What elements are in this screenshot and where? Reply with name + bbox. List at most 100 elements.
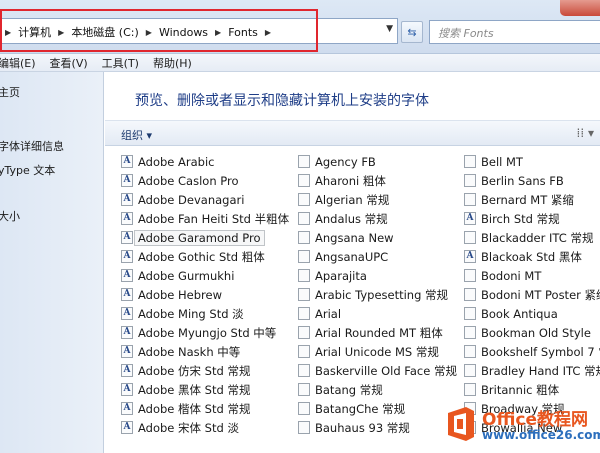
font-name: Algerian 常规 [315, 192, 390, 207]
font-item[interactable]: A Adobe Devanagari [121, 190, 289, 209]
font-item[interactable]: Bell MT [464, 152, 600, 171]
font-name: AngsanaUPC [315, 249, 389, 264]
refresh-button[interactable]: ⇆ [401, 21, 423, 43]
font-item[interactable]: A Adobe Naskh 中等 [121, 342, 289, 361]
font-name: Adobe Myungjo Std 中等 [138, 325, 277, 340]
left-link-home[interactable]: 主页 [0, 84, 20, 100]
font-item[interactable]: Arabic Typesetting 常规 [298, 285, 457, 304]
font-item[interactable]: A Adobe Myungjo Std 中等 [121, 323, 289, 342]
left-link-cleartype-text[interactable]: yType 文本 [0, 162, 55, 178]
search-box[interactable] [429, 20, 600, 44]
font-name: Agency FB [315, 154, 376, 169]
organize-button[interactable]: 组织 ▾ [121, 127, 152, 143]
font-item[interactable]: A Adobe Fan Heiti Std 半粗体 [121, 209, 289, 228]
breadcrumb-separator-icon[interactable]: ▶ [57, 28, 65, 37]
font-item[interactable]: Broadway 常规 [464, 399, 600, 418]
font-item[interactable]: BatangChe 常规 [298, 399, 457, 418]
font-item[interactable]: Baskerville Old Face 常规 [298, 361, 457, 380]
breadcrumb-computer[interactable]: 计算机 [12, 24, 57, 40]
opentype-font-icon [298, 193, 310, 206]
font-item[interactable]: A Adobe Hebrew [121, 285, 289, 304]
font-item[interactable]: AngsanaUPC [298, 247, 457, 266]
breadcrumb-separator-icon[interactable]: ▶ [264, 28, 272, 37]
font-item[interactable]: A Adobe Gurmukhi [121, 266, 289, 285]
font-item[interactable]: Bodoni MT Poster 紧缩 [464, 285, 600, 304]
font-item[interactable]: A Adobe Garamond Pro [121, 228, 289, 247]
font-item[interactable]: A Blackoak Std 黑体 [464, 247, 600, 266]
font-item[interactable]: Aharoni 粗体 [298, 171, 457, 190]
font-name: Bookman Old Style [481, 325, 591, 340]
breadcrumb-separator-icon[interactable]: ▶ [4, 28, 12, 37]
view-options-button[interactable]: ⁞⁞ ▾ [577, 126, 594, 140]
menu-view[interactable]: 查看(V) [50, 55, 96, 71]
font-item[interactable]: A Adobe 楷体 Std 常规 [121, 399, 289, 418]
font-item[interactable]: Batang 常规 [298, 380, 457, 399]
font-name: BatangChe 常规 [315, 401, 406, 416]
font-item[interactable]: A Adobe Gothic Std 粗体 [121, 247, 289, 266]
font-name: Blackoak Std 黑体 [481, 249, 582, 264]
font-file-icon: A [464, 250, 476, 263]
menu-bar: 编辑(E) 查看(V) 工具(T) 帮助(H) [0, 54, 600, 72]
font-item[interactable]: A Adobe Ming Std 淡 [121, 304, 289, 323]
font-item[interactable]: Andalus 常规 [298, 209, 457, 228]
font-file-icon: A [121, 193, 133, 206]
opentype-font-icon [464, 383, 476, 396]
font-item[interactable]: Bookman Old Style [464, 323, 600, 342]
opentype-font-icon [464, 402, 476, 415]
font-item[interactable]: Bookshelf Symbol 7 常规 [464, 342, 600, 361]
font-item[interactable]: Algerian 常规 [298, 190, 457, 209]
font-item[interactable]: Angsana New [298, 228, 457, 247]
font-item[interactable]: Agency FB [298, 152, 457, 171]
breadcrumb-separator-icon[interactable]: ▶ [145, 28, 153, 37]
font-item[interactable]: Arial [298, 304, 457, 323]
menu-tools[interactable]: 工具(T) [102, 55, 147, 71]
font-item[interactable]: Aparajita [298, 266, 457, 285]
font-item[interactable]: Arial Rounded MT 粗体 [298, 323, 457, 342]
font-item[interactable]: Bradley Hand ITC 常规 [464, 361, 600, 380]
breadcrumb-windows[interactable]: Windows [153, 26, 214, 39]
opentype-font-icon [464, 326, 476, 339]
font-item[interactable]: Blackadder ITC 常规 [464, 228, 600, 247]
font-item[interactable]: Britannic 粗体 [464, 380, 600, 399]
font-item[interactable]: A Adobe Arabic [121, 152, 289, 171]
font-item[interactable]: Browallia New [464, 418, 600, 437]
left-link-size[interactable]: 大小 [0, 208, 20, 224]
address-bar[interactable]: ▶ 计算机 ▶ 本地磁盘 (C:) ▶ Windows ▶ Fonts ▶ ▼ [0, 18, 398, 44]
font-item[interactable]: Berlin Sans FB [464, 171, 600, 190]
opentype-font-icon [298, 307, 310, 320]
font-name: Batang 常规 [315, 382, 383, 397]
font-name: Andalus 常规 [315, 211, 388, 226]
window-close-button[interactable] [560, 0, 600, 16]
opentype-font-icon [464, 307, 476, 320]
font-file-icon: A [121, 326, 133, 339]
font-item[interactable]: Book Antiqua [464, 304, 600, 323]
font-item[interactable]: A Adobe 仿宋 Std 常规 [121, 361, 289, 380]
font-name: Arial [315, 306, 342, 321]
opentype-font-icon [298, 288, 310, 301]
font-item[interactable]: A Adobe 宋体 Std 淡 [121, 418, 289, 437]
chevron-down-icon[interactable]: ▼ [386, 24, 393, 34]
font-name: Adobe Gothic Std 粗体 [138, 249, 265, 264]
font-item[interactable]: A Birch Std 常规 [464, 209, 600, 228]
breadcrumb-separator-icon[interactable]: ▶ [214, 28, 222, 37]
font-item[interactable]: A Adobe Caslon Pro [121, 171, 289, 190]
font-name: Adobe Devanagari [138, 192, 245, 207]
search-input[interactable] [438, 25, 588, 41]
font-item[interactable]: Arial Unicode MS 常规 [298, 342, 457, 361]
font-column-2: Agency FB Aharoni 粗体 Algerian 常规 Andalus 常规… [298, 152, 457, 437]
font-item[interactable]: Bernard MT 紧缩 [464, 190, 600, 209]
font-item[interactable]: A Adobe 黑体 Std 常规 [121, 380, 289, 399]
opentype-font-icon [298, 402, 310, 415]
font-item[interactable]: Bodoni MT [464, 266, 600, 285]
font-file-icon: A [121, 402, 133, 415]
font-name: Britannic 粗体 [481, 382, 560, 397]
font-item[interactable]: Bauhaus 93 常规 [298, 418, 457, 437]
menu-help[interactable]: 帮助(H) [153, 55, 200, 71]
breadcrumb-fonts[interactable]: Fonts [222, 26, 264, 39]
left-link-font-details[interactable]: 字体详细信息 [0, 138, 64, 154]
opentype-font-icon [464, 345, 476, 358]
font-name: Adobe 宋体 Std 淡 [138, 420, 239, 435]
toolbar: 组织 ▾ ⁞⁞ ▾ [105, 120, 600, 146]
menu-edit[interactable]: 编辑(E) [0, 55, 44, 71]
breadcrumb-local-disk[interactable]: 本地磁盘 (C:) [65, 24, 144, 40]
